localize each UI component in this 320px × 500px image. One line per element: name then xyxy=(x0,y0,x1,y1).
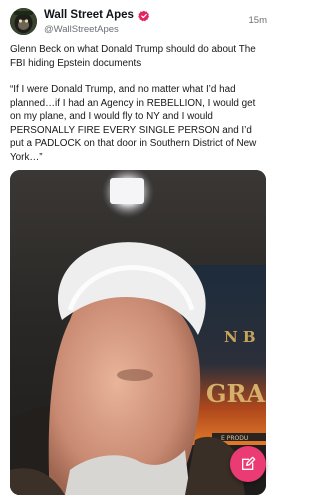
post-video[interactable]: N B GRA E PRODU xyxy=(10,170,266,495)
svg-text:N B: N B xyxy=(224,328,256,346)
author-name[interactable]: Wall Street Apes xyxy=(44,9,134,21)
author-name-row: Wall Street Apes xyxy=(44,9,150,22)
verified-badge-icon xyxy=(138,9,150,22)
svg-text:GRA: GRA xyxy=(206,379,265,408)
ape-avatar-image xyxy=(10,8,37,35)
post-quote: “If I were Donald Trump, and no matter w… xyxy=(10,84,257,163)
author-handle[interactable]: @WallStreetApes xyxy=(44,24,119,35)
compose-button[interactable] xyxy=(230,446,266,482)
post-card[interactable]: Wall Street Apes @WallStreetApes 15m Gle… xyxy=(0,0,276,500)
svg-text:E PRODU: E PRODU xyxy=(221,435,248,442)
compose-icon xyxy=(242,456,256,470)
author-avatar[interactable] xyxy=(10,8,37,35)
post-timestamp: 15m xyxy=(248,15,267,26)
post-headline: Glenn Beck on what Donald Trump should d… xyxy=(10,44,256,69)
post-body: Glenn Beck on what Donald Trump should d… xyxy=(10,43,266,164)
video-frame: N B GRA E PRODU xyxy=(10,170,266,495)
